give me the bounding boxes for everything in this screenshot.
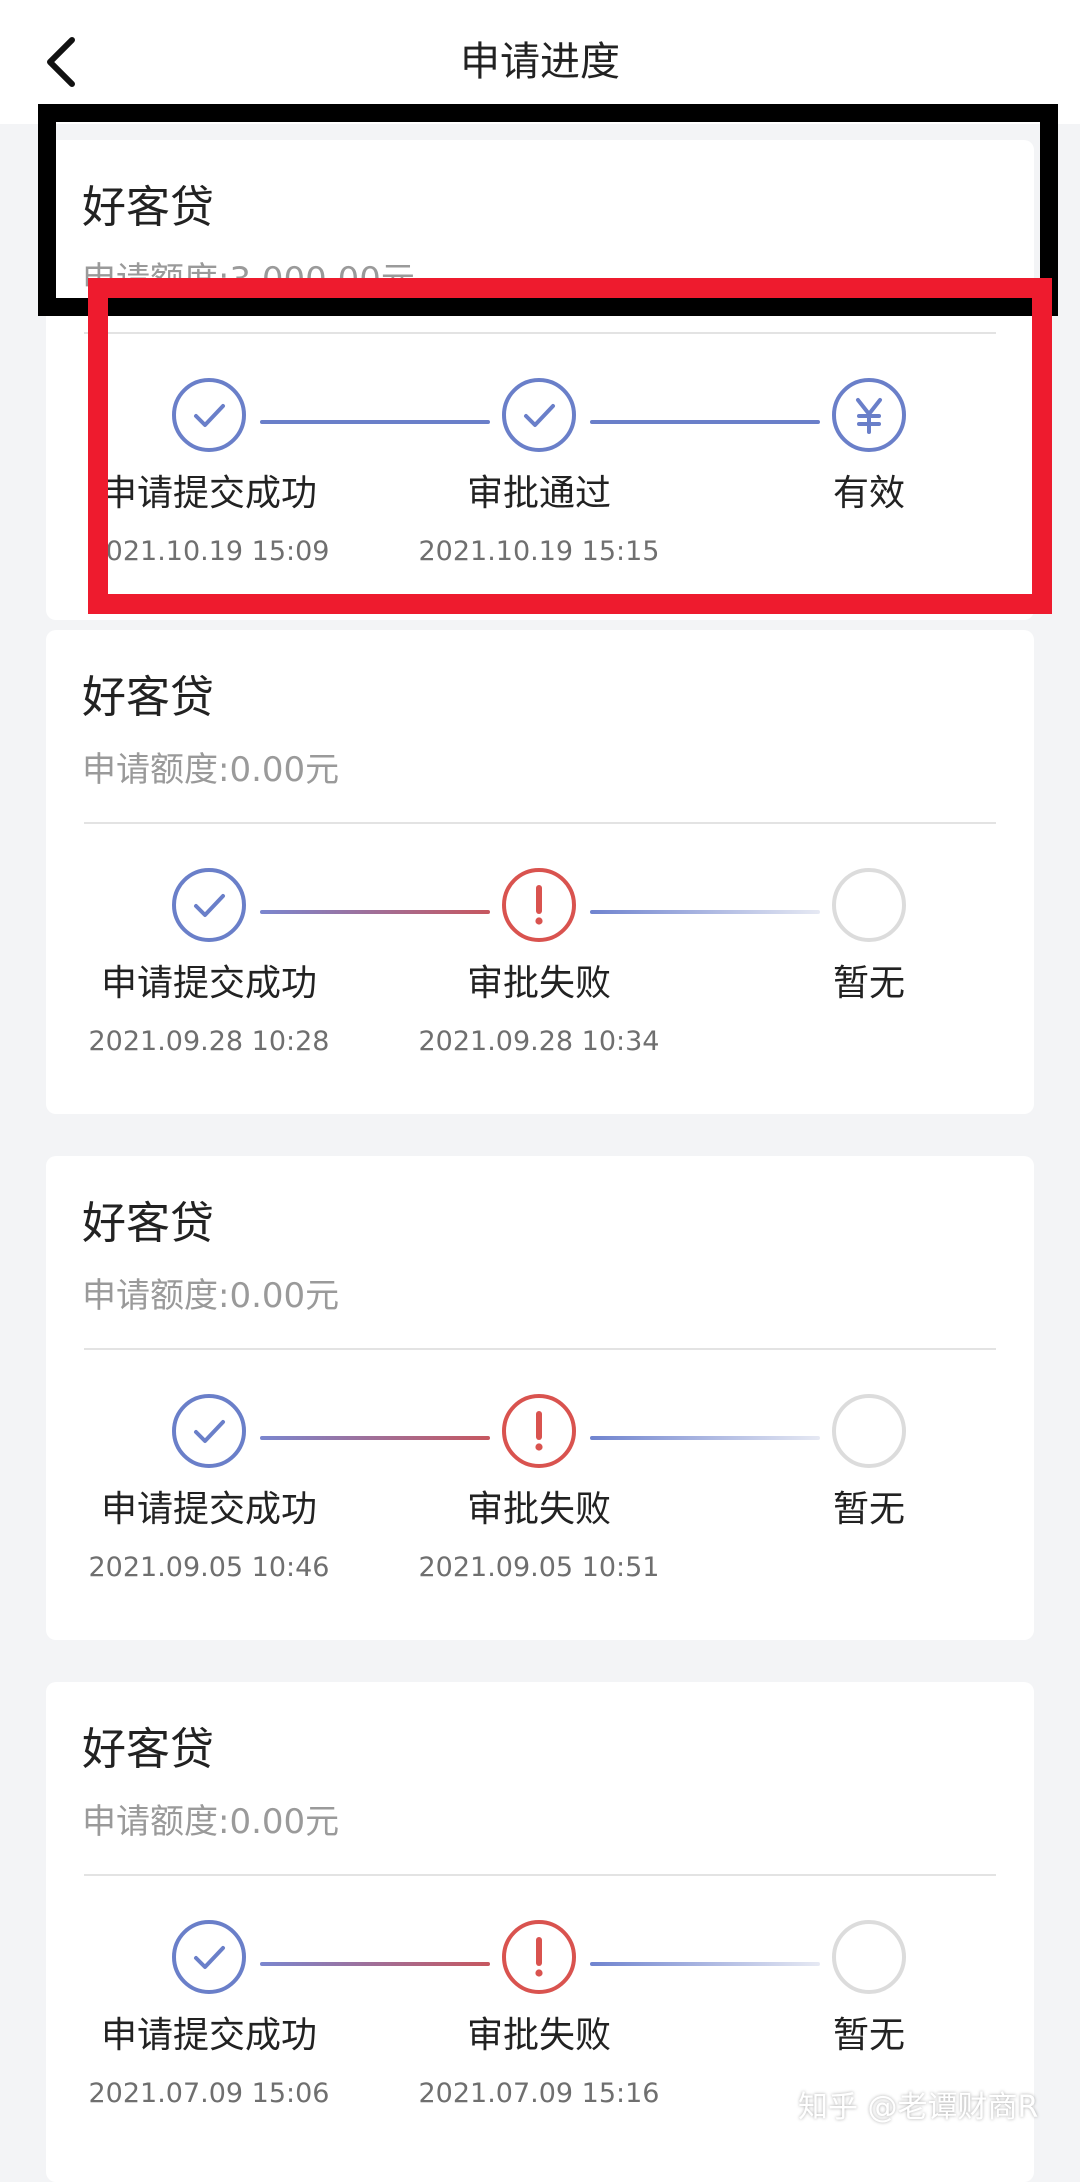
check-icon: [194, 1946, 225, 1969]
step-done-indicator: [172, 1920, 246, 1994]
step-pending-indicator: [832, 1920, 906, 1994]
page-title: 申请进度: [460, 39, 620, 85]
step-active-indicator: [832, 378, 906, 452]
step-time: 2021.09.28 10:34: [418, 1026, 660, 1057]
step-time: 2021.07.09 15:16: [418, 2078, 660, 2109]
step-label: 审批通过: [466, 473, 611, 514]
step-time: 2021.07.09 15:06: [88, 2078, 330, 2109]
step-connector: [590, 1436, 820, 1440]
empty-circle-icon: [836, 1924, 902, 1990]
step-label: 暂无: [832, 2015, 905, 2056]
step-done-indicator: [502, 378, 576, 452]
step-label: 审批失败: [466, 1489, 611, 1530]
step-label: 申请提交成功: [100, 1489, 317, 1530]
step-done-indicator: [172, 868, 246, 942]
step-connector: [260, 1962, 490, 1966]
step-connector: [260, 910, 490, 914]
step-failed-indicator: [502, 1394, 576, 1468]
step-connector: [590, 910, 820, 914]
step-connector: [590, 420, 820, 424]
step-done-indicator: [172, 1394, 246, 1468]
application-card[interactable]: 好客贷 申请额度:0.00元 申请提交成功 审批失败 暂无 2021.09.28…: [46, 630, 1034, 1114]
empty-circle-icon: [836, 1398, 902, 1464]
progress-steps: 申请提交成功 审批失败 暂无 2021.09.28 10:28 2021.09.…: [46, 630, 1034, 1110]
step-done-indicator: [172, 378, 246, 452]
step-time: 2021.09.05 10:46: [88, 1552, 330, 1583]
progress-steps: 申请提交成功 审批失败 暂无 2021.09.05 10:46 2021.09.…: [46, 1156, 1034, 1636]
progress-steps: 申请提交成功 审批通过 有效 2021.10.19 15:09 2021.10.…: [46, 140, 1034, 620]
step-label: 暂无: [832, 963, 905, 1004]
watermark: 知乎 @老谭财商R: [798, 2090, 1039, 2125]
application-card[interactable]: 好客贷 申请额度:3,000.00元 申请提交成功 审批通过 有效 2021.1: [46, 140, 1034, 620]
application-card[interactable]: 好客贷 申请额度:0.00元 申请提交成功 审批失败 暂无 2021.09.05…: [46, 1156, 1034, 1640]
step-pending-indicator: [832, 868, 906, 942]
step-label: 申请提交成功: [100, 2015, 317, 2056]
exclamation-icon: [535, 1411, 543, 1451]
step-label: 审批失败: [466, 963, 611, 1004]
step-time: 2021.09.05 10:51: [418, 1552, 660, 1583]
yen-icon: [856, 398, 882, 434]
exclamation-icon: [535, 1937, 543, 1977]
top-bar: 申请进度: [0, 0, 1080, 124]
step-connector: [590, 1962, 820, 1966]
step-label: 审批失败: [466, 2015, 611, 2056]
check-icon: [194, 1420, 225, 1443]
step-time: 2021.10.19 15:15: [418, 536, 660, 567]
empty-circle-icon: [836, 872, 902, 938]
step-connector: [260, 1436, 490, 1440]
check-icon: [194, 404, 225, 427]
step-label: 申请提交成功: [100, 963, 317, 1004]
step-label: 有效: [832, 473, 905, 514]
step-failed-indicator: [502, 868, 576, 942]
check-icon: [194, 894, 225, 917]
check-icon: [524, 404, 555, 427]
step-connector: [260, 420, 490, 424]
step-failed-indicator: [502, 1920, 576, 1994]
step-label: 申请提交成功: [100, 473, 317, 514]
step-pending-indicator: [832, 1394, 906, 1468]
step-time: 2021.10.19 15:09: [88, 536, 330, 567]
exclamation-icon: [535, 885, 543, 925]
step-time: 2021.09.28 10:28: [88, 1026, 330, 1057]
step-label: 暂无: [832, 1489, 905, 1530]
